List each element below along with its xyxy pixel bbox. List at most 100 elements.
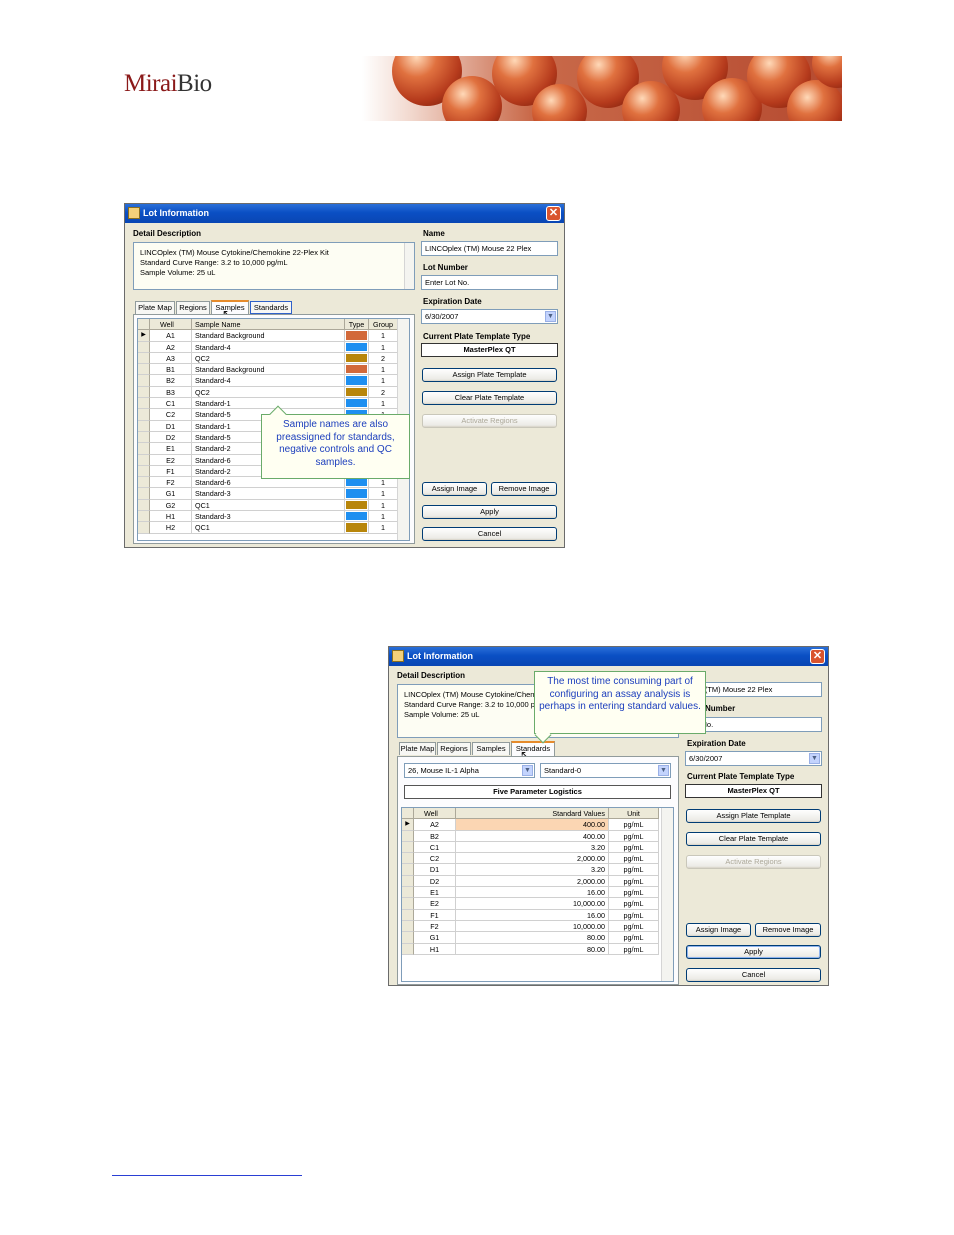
table-row[interactable]: C1 Standard-1 1 [138,398,409,410]
dialog-titlebar[interactable]: Lot Information ✕ [125,204,564,223]
row-selector[interactable] [138,409,150,421]
row-selector[interactable] [138,522,150,534]
chevron-down-icon[interactable]: ▼ [522,765,533,776]
group-cell[interactable]: 1 [369,341,398,353]
type-cell[interactable] [345,341,369,353]
expiration-date-picker[interactable]: 6/30/2007 ▼ [685,751,822,766]
row-selector[interactable] [402,841,414,854]
table-row[interactable]: D1 3.20 pg/mL [402,864,673,876]
chevron-down-icon[interactable]: ▼ [545,311,556,322]
column-header-unit[interactable]: Unit [609,808,659,820]
row-selector[interactable] [138,454,150,466]
unit-cell[interactable]: pg/mL [609,830,659,842]
analyte-select[interactable]: 26, Mouse IL-1 Alpha ▼ [404,763,535,778]
group-cell[interactable]: 1 [369,488,398,500]
sample-name-cell[interactable]: Standard-3 [192,511,345,523]
column-header-group[interactable]: Group [369,319,398,331]
standard-value-cell[interactable]: 10,000.00 [456,898,609,910]
type-cell[interactable] [345,398,369,410]
table-row[interactable]: H1 80.00 pg/mL [402,943,673,955]
unit-cell[interactable]: pg/mL [609,841,659,854]
column-header-type[interactable]: Type [345,319,369,331]
standard-value-cell[interactable]: 400.00 [456,830,609,842]
standard-value-cell[interactable]: 16.00 [456,909,609,921]
cancel-button[interactable]: Cancel [686,968,821,982]
row-selector[interactable] [138,488,150,500]
standard-value-cell[interactable]: 3.20 [456,864,609,876]
sample-name-cell[interactable]: Standard-4 [192,341,345,353]
group-cell[interactable]: 1 [369,364,398,376]
row-selector[interactable] [138,465,150,478]
row-selector[interactable] [138,364,150,376]
apply-button[interactable]: Apply [422,505,557,519]
row-selector[interactable] [402,887,414,899]
row-selector[interactable] [402,943,414,955]
row-selector[interactable] [402,898,414,910]
table-row[interactable]: H1 Standard-3 1 [138,511,409,523]
table-row[interactable]: C1 3.20 pg/mL [402,841,673,854]
row-selector[interactable] [138,511,150,523]
standard-value-cell[interactable]: 80.00 [456,932,609,944]
row-selector[interactable] [138,386,150,399]
unit-cell[interactable]: pg/mL [609,943,659,955]
chevron-down-icon[interactable]: ▼ [658,765,669,776]
unit-cell[interactable]: pg/mL [609,864,659,876]
table-row[interactable]: B2 400.00 pg/mL [402,830,673,842]
dialog-titlebar[interactable]: Lot Information ✕ [389,647,828,666]
clear-plate-template-button[interactable]: Clear Plate Template [422,391,557,405]
table-row[interactable]: ▶ A1 Standard Background 1 [138,330,409,342]
standard-value-cell[interactable]: 16.00 [456,887,609,899]
unit-cell[interactable]: pg/mL [609,909,659,921]
row-selector[interactable] [402,853,414,865]
type-cell[interactable] [345,364,369,376]
row-selector[interactable] [138,499,150,512]
group-cell[interactable]: 2 [369,386,398,399]
tab-samples[interactable]: Samples [472,742,510,755]
cancel-button[interactable]: Cancel [422,527,557,541]
type-cell[interactable] [345,522,369,534]
table-row[interactable]: C2 2,000.00 pg/mL [402,853,673,865]
unit-cell[interactable]: pg/mL [609,920,659,933]
close-icon[interactable]: ✕ [546,206,561,221]
row-selector[interactable] [402,830,414,842]
unit-cell[interactable]: pg/mL [609,898,659,910]
remove-image-button[interactable]: Remove Image [491,482,557,496]
table-row[interactable]: ▶ A2 400.00 pg/mL [402,819,673,831]
standard-value-cell[interactable]: 80.00 [456,943,609,955]
group-cell[interactable]: 2 [369,352,398,365]
table-row[interactable]: H2 QC1 1 [138,522,409,534]
table-row[interactable]: A3 QC2 2 [138,352,409,365]
row-selector[interactable] [138,431,150,444]
tab-plate-map[interactable]: Plate Map [135,301,175,314]
group-cell[interactable]: 1 [369,522,398,534]
standard-value-cell[interactable]: 400.00 [456,819,609,831]
type-cell[interactable] [345,375,369,387]
row-selector[interactable]: ▶ [402,819,414,831]
lot-number-field[interactable]: Enter Lot No. [421,275,558,290]
footer-link-underline[interactable] [112,1175,302,1176]
description-scrollbar[interactable] [404,243,414,289]
type-cell[interactable] [345,330,369,342]
table-row[interactable]: G1 80.00 pg/mL [402,932,673,944]
column-header-standard-values[interactable]: Standard Values [456,808,609,820]
table-row[interactable]: B2 Standard-4 1 [138,375,409,387]
type-cell[interactable] [345,488,369,500]
group-cell[interactable]: 1 [369,375,398,387]
sample-name-cell[interactable]: QC2 [192,352,345,365]
sample-name-cell[interactable]: QC1 [192,499,345,512]
row-selector[interactable] [138,398,150,410]
tab-regions[interactable]: Regions [176,301,210,314]
sample-name-cell[interactable]: Standard Background [192,364,345,376]
grid-scrollbar[interactable] [661,808,673,981]
activate-regions-button[interactable]: Activate Regions [686,855,821,869]
name-field[interactable]: LINCOplex (TM) Mouse 22 Plex [421,241,558,256]
table-row[interactable]: E2 10,000.00 pg/mL [402,898,673,910]
sample-name-cell[interactable]: Standard Background [192,330,345,342]
row-selector[interactable] [138,341,150,353]
table-row[interactable]: G1 Standard-3 1 [138,488,409,500]
group-cell[interactable]: 1 [369,330,398,342]
tab-standards[interactable]: Standards [511,741,555,756]
sample-name-cell[interactable]: Standard-1 [192,398,345,410]
standard-value-cell[interactable]: 2,000.00 [456,875,609,888]
assign-image-button[interactable]: Assign Image [422,482,487,496]
